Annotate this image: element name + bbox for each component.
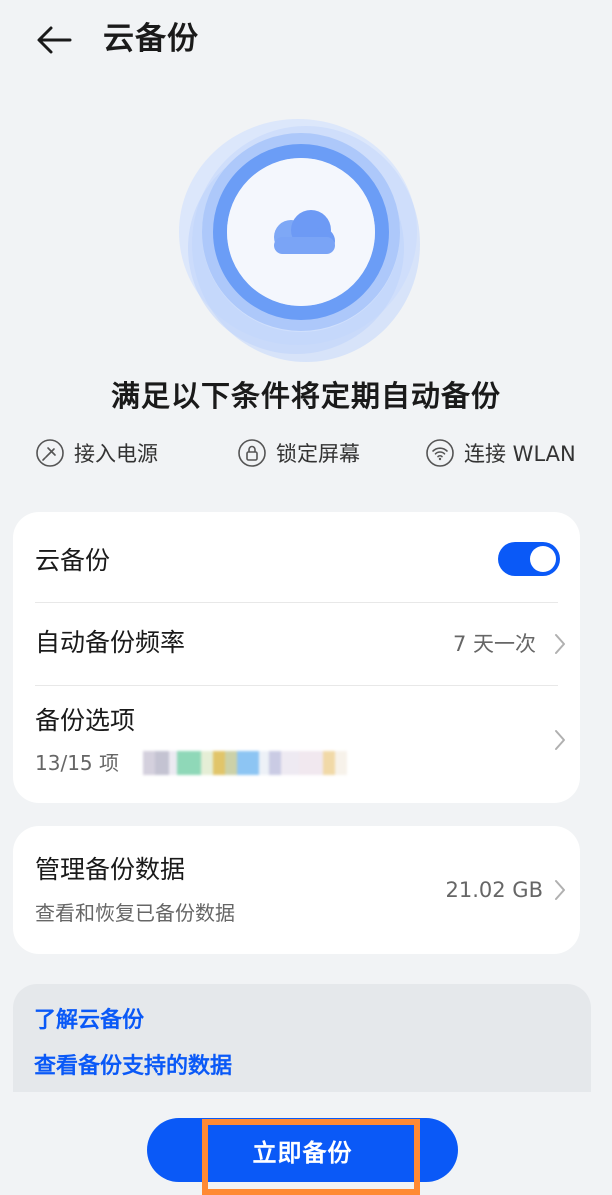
redacted-app-icons	[143, 748, 371, 778]
backup-frequency-value: 7 天一次	[452, 632, 536, 656]
arrow-left-icon	[37, 26, 72, 54]
cloud-backup-row[interactable]: 云备份	[13, 512, 580, 602]
chevron-right-icon	[555, 730, 565, 750]
back-button[interactable]	[30, 18, 78, 62]
manage-backup-desc: 查看和恢复已备份数据	[35, 901, 235, 925]
condition-power: 接入电源	[35, 436, 158, 470]
backup-now-button[interactable]: 立即备份	[147, 1118, 458, 1182]
help-links-panel: 了解云备份 查看备份支持的数据	[13, 984, 591, 1092]
lock-icon	[238, 439, 266, 467]
learn-cloud-backup-link[interactable]: 了解云备份	[34, 1005, 144, 1037]
manage-backup-card: 管理备份数据 查看和恢复已备份数据 21.02 GB	[13, 826, 580, 954]
backup-options-count: 13/15 项	[35, 751, 119, 775]
auto-backup-conditions-title: 满足以下条件将定期自动备份	[110, 379, 501, 413]
power-plug-icon	[36, 439, 64, 467]
cloud-backup-toggle[interactable]	[498, 542, 560, 576]
page-title: 云备份	[103, 21, 199, 57]
condition-lock: 锁定屏幕	[237, 436, 360, 470]
backup-size-value: 21.02 GB	[445, 878, 543, 902]
cloud-backup-label: 云备份	[35, 546, 111, 575]
backup-frequency-label: 自动备份频率	[35, 628, 186, 657]
manage-backup-row[interactable]: 管理备份数据 查看和恢复已备份数据 21.02 GB	[13, 826, 580, 954]
backup-frequency-row[interactable]: 自动备份频率 7 天一次	[13, 603, 580, 685]
wifi-icon	[426, 439, 454, 467]
chevron-right-icon	[555, 880, 565, 900]
cloud-backup-illustration	[170, 108, 432, 370]
manage-backup-label: 管理备份数据	[35, 855, 186, 884]
chevron-right-icon	[555, 634, 565, 654]
supported-data-link[interactable]: 查看备份支持的数据	[34, 1051, 232, 1083]
condition-label: 锁定屏幕	[276, 442, 360, 466]
backup-settings-card: 云备份 自动备份频率 7 天一次 备份选项 13/15 项	[13, 512, 580, 803]
app-header: 云备份	[0, 0, 612, 84]
backup-options-label: 备份选项	[35, 706, 136, 735]
backup-options-row[interactable]: 备份选项 13/15 项	[13, 686, 580, 803]
toggle-knob	[530, 546, 556, 572]
condition-wlan: 连接 WLAN	[425, 436, 576, 470]
condition-label: 连接 WLAN	[464, 442, 576, 466]
condition-label: 接入电源	[74, 442, 158, 466]
